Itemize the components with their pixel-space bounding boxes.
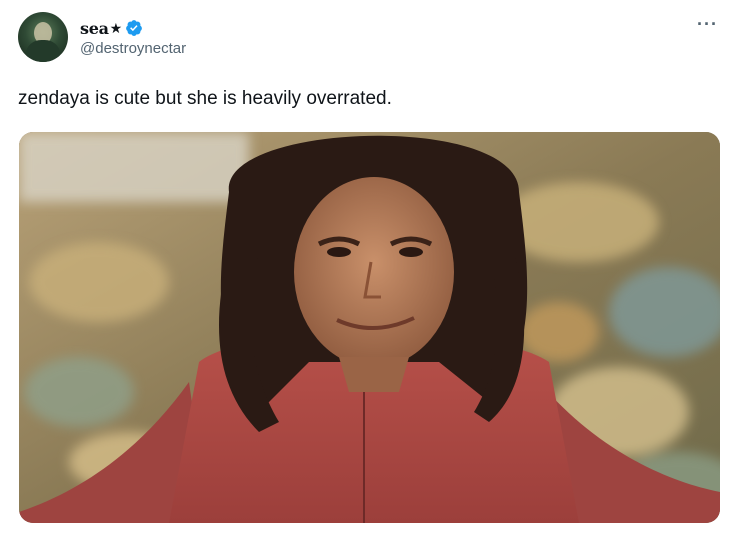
tweet-text: zendaya is cute but she is heavily overr… (18, 88, 392, 109)
author-info: sea ★ @destroynectar (80, 17, 186, 58)
star-icon: ★ (109, 19, 123, 36)
tweet-media-image[interactable] (19, 132, 720, 523)
verified-badge-icon (126, 20, 143, 36)
handle[interactable]: @destroynectar (80, 40, 186, 57)
name-row: sea ★ (80, 17, 186, 39)
avatar[interactable] (18, 12, 68, 62)
media-illustration (19, 132, 720, 523)
display-name[interactable]: sea (80, 19, 109, 38)
avatar-body (26, 40, 60, 62)
more-options-icon[interactable]: ··· (697, 14, 718, 35)
tweet-header: sea ★ @destroynectar (18, 12, 186, 62)
